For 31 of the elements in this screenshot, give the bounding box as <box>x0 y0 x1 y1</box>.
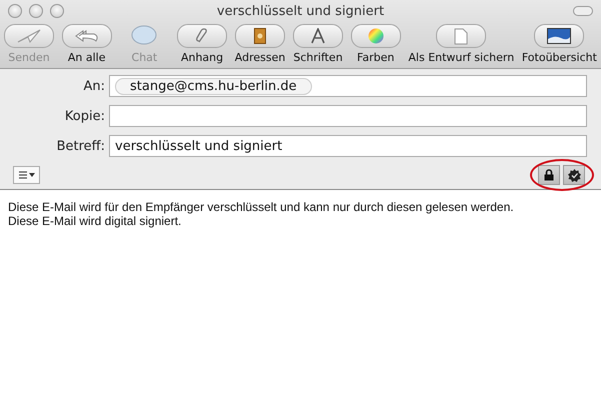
message-text: Diese E-Mail wird für den Empfänger verschlüsselt und kann nur durch diesen gelesen werden. <box>8 200 515 214</box>
field-label: Betreff: <box>56 138 105 154</box>
font-letter-icon <box>310 28 326 44</box>
field-label: An: <box>82 78 105 94</box>
photo-icon <box>547 28 572 44</box>
toolbar-button[interactable]: Fotoübersicht <box>522 24 597 64</box>
sign-button[interactable] <box>563 165 585 185</box>
encrypt-button[interactable] <box>538 165 560 185</box>
speech-bubble-icon <box>131 25 158 47</box>
address-book-icon <box>254 28 266 44</box>
paperclip-icon <box>195 28 210 44</box>
minimize-button[interactable] <box>29 4 43 18</box>
document-icon <box>454 28 468 44</box>
recipient-token[interactable]: stange@cms.hu-berlin.de <box>115 78 312 94</box>
list-menu-icon <box>18 170 36 180</box>
lock-icon <box>544 169 554 181</box>
paper-plane-icon <box>16 29 42 43</box>
close-button[interactable] <box>8 4 22 18</box>
toolbar-button[interactable]: Als Entwurf sichern <box>408 24 514 64</box>
toolbar-toggle-button[interactable] <box>573 6 593 16</box>
color-wheel-icon <box>368 28 384 44</box>
reply-all-icon <box>74 29 100 43</box>
input-field[interactable]: stange@cms.hu-berlin.de <box>109 75 587 97</box>
message-text: Diese E-Mail wird digital signiert. <box>8 214 182 228</box>
menu-button[interactable] <box>13 166 40 184</box>
input-field[interactable] <box>109 105 587 127</box>
input-field[interactable]: verschlüsselt und signiert <box>109 135 587 157</box>
field-label: Kopie: <box>64 108 105 124</box>
seal-check-icon <box>568 168 580 182</box>
window-title: verschlüsselt und signiert <box>216 4 384 18</box>
zoom-button[interactable] <box>50 4 64 18</box>
